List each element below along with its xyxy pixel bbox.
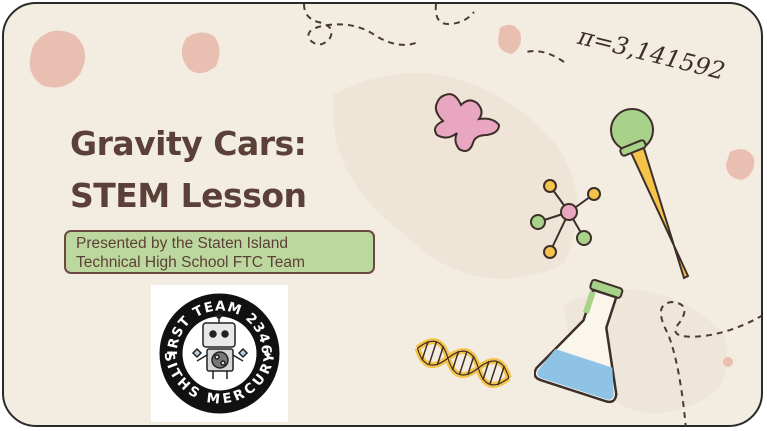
- pink-blob-icon: [181, 32, 220, 74]
- svg-text:✦: ✦: [264, 350, 272, 361]
- svg-text:✦: ✦: [167, 350, 175, 361]
- pink-splat-icon: [434, 93, 501, 152]
- subtitle-box: Presented by the Staten Island Technical…: [64, 230, 375, 274]
- flask-icon: [534, 279, 624, 404]
- pink-blob-icon: [29, 30, 86, 88]
- pink-blob-icon: [498, 24, 521, 54]
- pink-blob-icon: [726, 149, 755, 180]
- molecule-icon: [530, 179, 601, 259]
- title-line-1: Gravity Cars:: [70, 124, 307, 163]
- subtitle-line-1: Presented by the Staten Island: [76, 235, 288, 252]
- team-logo: FIRST TEAM 23463 SITHS MERCURY ✦ ✦: [151, 285, 288, 422]
- team-logo-badge: FIRST TEAM 23463 SITHS MERCURY ✦ ✦: [151, 285, 280, 414]
- slide-title: Gravity Cars: STEM Lesson: [70, 118, 307, 222]
- dna-icon: [414, 338, 512, 388]
- subtitle-line-2: Technical High School FTC Team: [76, 254, 305, 271]
- title-line-2: STEM Lesson: [70, 176, 307, 215]
- dropper-icon: [610, 108, 690, 280]
- slide-canvas: π=3,141592 Gravity Cars: STEM Lesson Pre…: [2, 2, 763, 427]
